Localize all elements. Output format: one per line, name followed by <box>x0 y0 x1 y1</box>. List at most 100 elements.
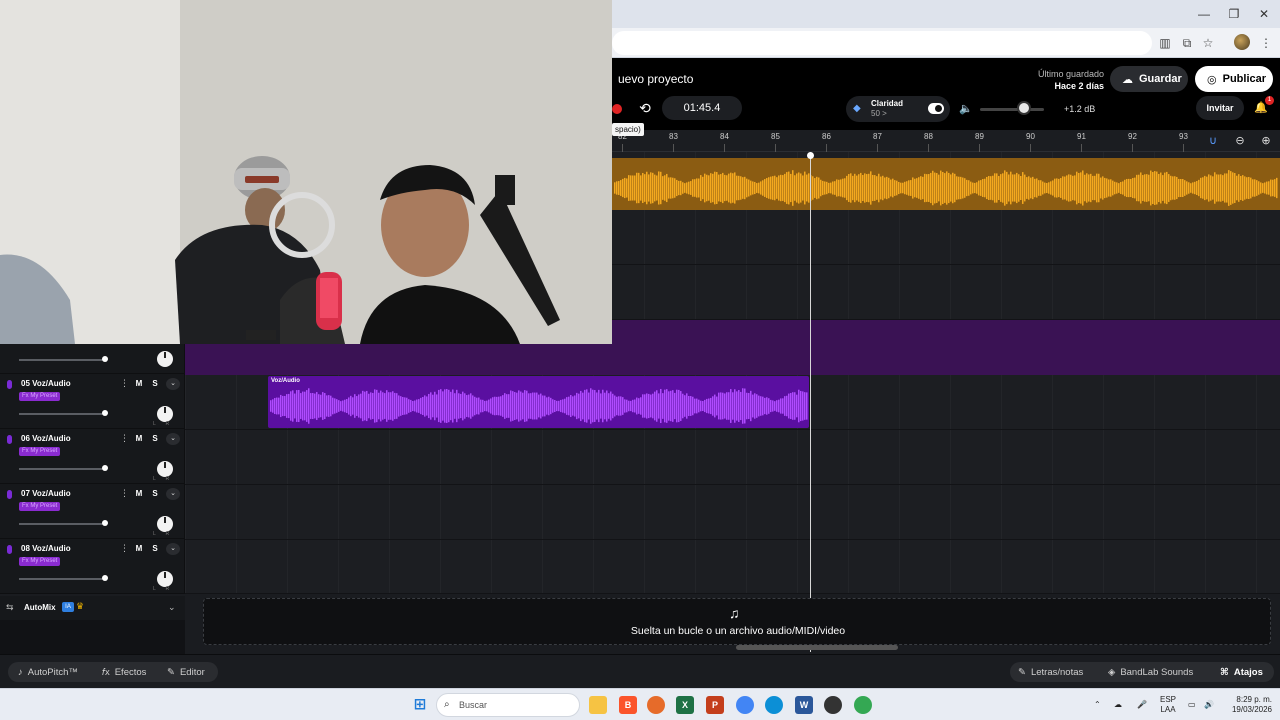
language-indicator[interactable]: ESP LAA <box>1156 695 1180 715</box>
address-bar[interactable] <box>612 31 1152 55</box>
solo-button[interactable]: S <box>148 378 162 390</box>
chrome-profile-icon[interactable] <box>854 696 872 714</box>
track-menu-icon[interactable]: ⋮ <box>120 543 129 554</box>
pan-knob[interactable] <box>157 351 173 367</box>
fx-preset-badge[interactable]: Fx My Preset <box>19 447 61 456</box>
loop-icon[interactable]: ⟲ <box>636 100 654 116</box>
track-name[interactable]: 06 Voz/Audio <box>21 434 71 443</box>
horizontal-scrollbar[interactable] <box>736 645 898 650</box>
track-volume-slider[interactable] <box>19 413 107 415</box>
solo-button[interactable]: S <box>148 433 162 445</box>
taskbar-search[interactable]: ⌕ Buscar <box>436 693 580 717</box>
zoom-out-icon[interactable]: ⊖ <box>1233 134 1247 148</box>
playhead[interactable] <box>810 152 811 652</box>
track-name[interactable]: 08 Voz/Audio <box>21 544 71 553</box>
master-volume-knob[interactable] <box>1017 101 1031 115</box>
record-button[interactable] <box>612 104 622 114</box>
effects-button[interactable]: 𝑓x Efectos <box>102 663 146 681</box>
chevron-down-icon[interactable]: ⌄ <box>166 378 180 390</box>
firefox-icon[interactable] <box>647 696 665 714</box>
chevron-down-icon[interactable]: ⌄ <box>168 602 176 613</box>
track-lane[interactable] <box>185 485 1280 540</box>
track-volume-knob[interactable] <box>102 465 108 471</box>
profile-avatar[interactable] <box>1234 34 1250 50</box>
sounds-button[interactable]: ◈ BandLab Sounds <box>1108 663 1193 681</box>
cloud-icon[interactable]: ☁ <box>1114 700 1122 710</box>
magnet-icon[interactable]: ∪ <box>1206 134 1220 148</box>
track-menu-icon[interactable]: ⋮ <box>120 378 129 389</box>
brave-icon[interactable]: B <box>619 696 637 714</box>
chrome-icon[interactable] <box>736 696 754 714</box>
track-menu-icon[interactable]: ⋮ <box>120 488 129 499</box>
speaker-icon[interactable]: 🔈 <box>959 102 973 115</box>
pan-knob[interactable] <box>157 406 173 422</box>
kebab-menu-icon[interactable]: ⋮ <box>1258 35 1274 51</box>
track-header[interactable]: 06 Voz/Audio ⋮ M S ⌄ Fx My Preset L R <box>0 429 185 484</box>
mastering-switch[interactable] <box>928 103 944 114</box>
track-volume-knob[interactable] <box>102 410 108 416</box>
fx-preset-badge[interactable]: Fx My Preset <box>19 392 61 401</box>
mute-button[interactable]: M <box>132 543 146 555</box>
mute-button[interactable]: M <box>132 433 146 445</box>
mastering-toggle[interactable]: ◆ Claridad 50 > <box>846 96 950 122</box>
bookmark-star-icon[interactable]: ☆ <box>1200 35 1216 51</box>
minimize-icon[interactable]: — <box>1196 6 1212 22</box>
clock[interactable]: 8:29 p. m. 19/03/2026 <box>1222 695 1272 715</box>
solo-button[interactable]: S <box>148 543 162 555</box>
mastering-value[interactable]: 50 > <box>871 109 887 118</box>
mute-button[interactable]: M <box>132 488 146 500</box>
lyrics-button[interactable]: ✎ Letras/notas <box>1018 663 1083 681</box>
word-icon[interactable]: W <box>795 696 813 714</box>
track-name[interactable]: 07 Voz/Audio <box>21 489 71 498</box>
project-title[interactable]: uevo proyecto <box>618 72 693 86</box>
audio-clip-yellow[interactable] <box>612 158 1280 210</box>
track-volume-slider[interactable] <box>19 359 107 361</box>
solo-button[interactable]: S <box>148 488 162 500</box>
save-button[interactable]: ☁ Guardar <box>1110 66 1188 92</box>
fx-preset-badge[interactable]: Fx My Preset <box>19 557 61 566</box>
track-volume-slider[interactable] <box>19 578 107 580</box>
timeline-ruler[interactable]: 82 83 84 85 86 87 88 89 90 91 92 93 <box>612 130 1280 152</box>
editor-button[interactable]: ✎ Editor <box>167 663 205 681</box>
shortcuts-button[interactable]: ⌘ Atajos <box>1220 663 1263 681</box>
invite-button[interactable]: Invitar <box>1196 96 1244 120</box>
excel-icon[interactable]: X <box>676 696 694 714</box>
automix-row[interactable]: ⇆ AutoMix IA ♛ ⌄ <box>0 596 185 620</box>
pan-knob[interactable] <box>157 516 173 532</box>
zoom-in-icon[interactable]: ⊕ <box>1259 134 1273 148</box>
microphone-icon[interactable]: 🎤 <box>1137 700 1147 710</box>
windows-start-icon[interactable]: ⊞ <box>411 696 429 714</box>
track-header[interactable]: 08 Voz/Audio ⋮ M S ⌄ Fx My Preset L R <box>0 539 185 594</box>
track-volume-knob[interactable] <box>102 356 108 362</box>
track-header[interactable]: 07 Voz/Audio ⋮ M S ⌄ Fx My Preset L R <box>0 484 185 539</box>
track-name[interactable]: 05 Voz/Audio <box>21 379 71 388</box>
close-icon[interactable]: ✕ <box>1256 6 1272 22</box>
track-lane[interactable] <box>185 540 1280 594</box>
track-volume-knob[interactable] <box>102 575 108 581</box>
pan-knob[interactable] <box>157 461 173 477</box>
monitor-icon[interactable]: ▭ <box>1188 700 1196 710</box>
edge-icon[interactable] <box>765 696 783 714</box>
track-volume-slider[interactable] <box>19 468 107 470</box>
audio-clip-purple[interactable]: Voz/Audio <box>268 376 809 428</box>
tray-chevron-icon[interactable]: ⌃ <box>1094 700 1101 710</box>
track-volume-slider[interactable] <box>19 523 107 525</box>
track-lane[interactable] <box>185 430 1280 485</box>
maximize-icon[interactable]: ❐ <box>1226 6 1242 22</box>
cast-icon[interactable]: ⧉ <box>1179 35 1195 51</box>
mute-button[interactable]: M <box>132 378 146 390</box>
track-volume-knob[interactable] <box>102 520 108 526</box>
playhead-handle[interactable] <box>807 152 814 159</box>
volume-icon[interactable]: 🔊 <box>1204 700 1214 710</box>
chevron-down-icon[interactable]: ⌄ <box>166 433 180 445</box>
file-explorer-icon[interactable] <box>589 696 607 714</box>
chevron-down-icon[interactable]: ⌄ <box>166 488 180 500</box>
powerpoint-icon[interactable]: P <box>706 696 724 714</box>
autopitch-button[interactable]: ♪ AutoPitch™ <box>18 663 78 681</box>
pan-knob[interactable] <box>157 571 173 587</box>
publish-button[interactable]: ◎ Publicar <box>1195 66 1273 92</box>
master-volume-slider[interactable] <box>980 108 1044 111</box>
track-menu-icon[interactable]: ⋮ <box>120 433 129 444</box>
track-header[interactable]: 05 Voz/Audio ⋮ M S ⌄ Fx My Preset L R <box>0 374 185 429</box>
reading-list-icon[interactable]: ▥ <box>1157 35 1173 51</box>
